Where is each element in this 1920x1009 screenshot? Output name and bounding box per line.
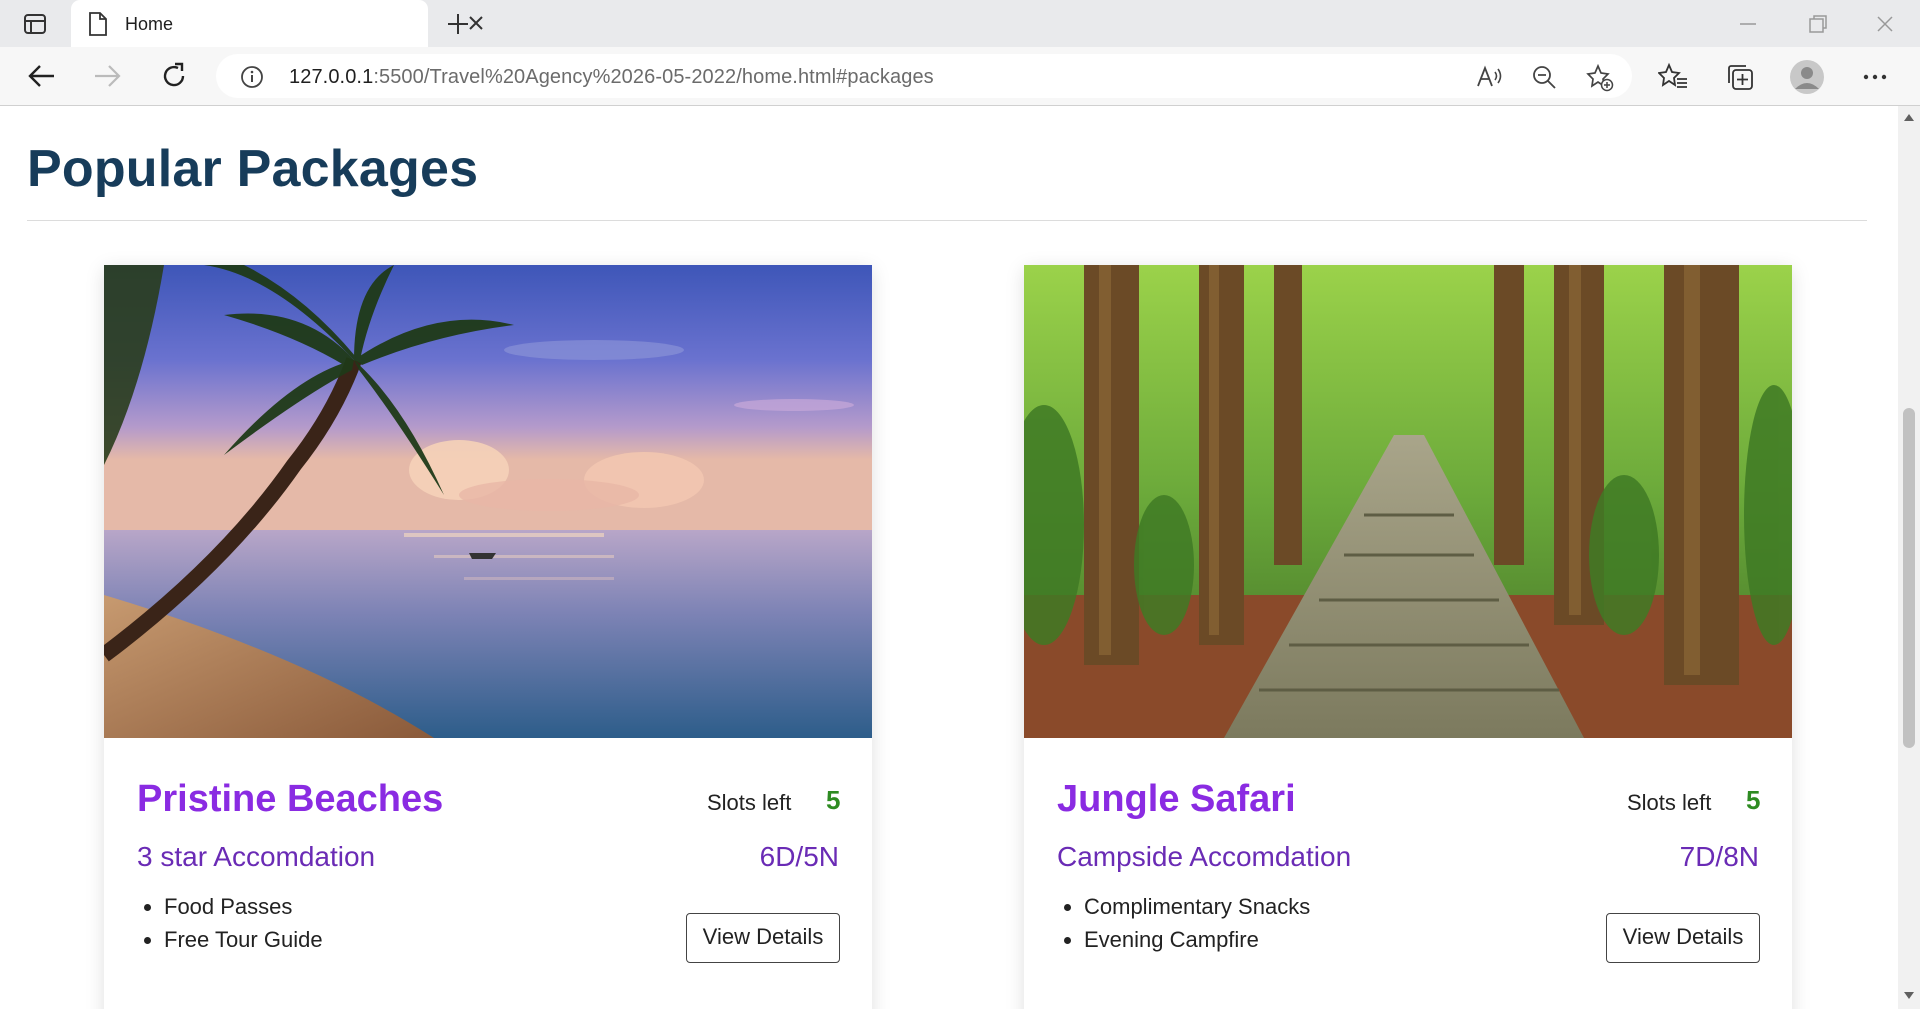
- slots-count: 5: [826, 785, 841, 815]
- url-path: :5500/Travel%20Agency%2026-05-2022/home.…: [373, 66, 934, 88]
- browser-toolbar: 127.0.0.1:5500/Travel%20Agency%2026-05-2…: [0, 47, 1920, 106]
- accommodation-type: Campside Accomdation: [1057, 841, 1352, 872]
- package-duration: 7D/8N: [1679, 841, 1759, 872]
- beach-image: [104, 265, 872, 738]
- package-name: Jungle Safari: [1057, 778, 1296, 820]
- slots-label: Slots left: [707, 790, 792, 815]
- package-card: Pristine Beaches Slots left 5 3 star Acc…: [104, 265, 872, 1009]
- section-title: Popular Packages: [27, 140, 479, 198]
- features-list: Food Passes Free Tour Guide: [164, 892, 323, 958]
- read-aloud-icon[interactable]: [1476, 64, 1502, 90]
- window-close-icon[interactable]: [1873, 12, 1897, 36]
- address-bar[interactable]: 127.0.0.1:5500/Travel%20Agency%2026-05-2…: [216, 54, 1632, 98]
- minimize-icon[interactable]: [1736, 12, 1760, 36]
- package-name: Pristine Beaches: [137, 778, 444, 820]
- features-list: Complimentary Snacks Evening Campfire: [1084, 892, 1310, 958]
- url-host: 127.0.0.1: [289, 66, 374, 88]
- scroll-up-arrow[interactable]: [1904, 114, 1914, 121]
- browser-tab[interactable]: Home: [71, 0, 483, 47]
- list-item: Complimentary Snacks: [1084, 892, 1310, 925]
- forward-icon[interactable]: [89, 58, 125, 94]
- reload-icon[interactable]: [156, 58, 192, 94]
- list-item: Evening Campfire: [1084, 925, 1310, 958]
- page-icon: [88, 12, 108, 41]
- view-details-button[interactable]: View Details: [1606, 913, 1760, 963]
- section-divider: [27, 220, 1867, 221]
- package-duration: 6D/5N: [759, 841, 839, 872]
- more-icon[interactable]: [1860, 62, 1890, 92]
- accommodation-type: 3 star Accomdation: [137, 841, 376, 872]
- plus-icon[interactable]: [443, 10, 473, 38]
- collections-icon[interactable]: [1725, 62, 1755, 92]
- zoom-out-icon[interactable]: [1531, 64, 1557, 90]
- slots-label: Slots left: [1627, 790, 1712, 815]
- scroll-down-arrow[interactable]: [1904, 992, 1914, 999]
- info-icon[interactable]: [240, 65, 264, 94]
- url-text[interactable]: 127.0.0.1:5500/Travel%20Agency%2026-05-2…: [289, 66, 934, 89]
- restore-icon[interactable]: [1806, 12, 1830, 36]
- favorites-icon[interactable]: [1657, 62, 1688, 92]
- tab-actions-icon[interactable]: [18, 10, 52, 38]
- page-scrollbar[interactable]: [1898, 106, 1920, 1009]
- tab-bar: Home: [0, 0, 1920, 47]
- list-item: Food Passes: [164, 892, 323, 925]
- back-icon[interactable]: [24, 58, 60, 94]
- profile-icon[interactable]: [1789, 59, 1824, 94]
- list-item: Free Tour Guide: [164, 925, 323, 958]
- view-details-button[interactable]: View Details: [686, 913, 840, 963]
- package-card: Jungle Safari Slots left 5 Campside Acco…: [1024, 265, 1792, 1009]
- slots-count: 5: [1746, 785, 1761, 815]
- tab-title: Home: [125, 14, 174, 34]
- page-viewport: Popular Packages Pristine Beaches Slots …: [0, 106, 1898, 1009]
- jungle-image: [1024, 265, 1792, 738]
- scrollbar-thumb[interactable]: [1903, 408, 1915, 748]
- add-favorite-icon[interactable]: [1586, 63, 1614, 92]
